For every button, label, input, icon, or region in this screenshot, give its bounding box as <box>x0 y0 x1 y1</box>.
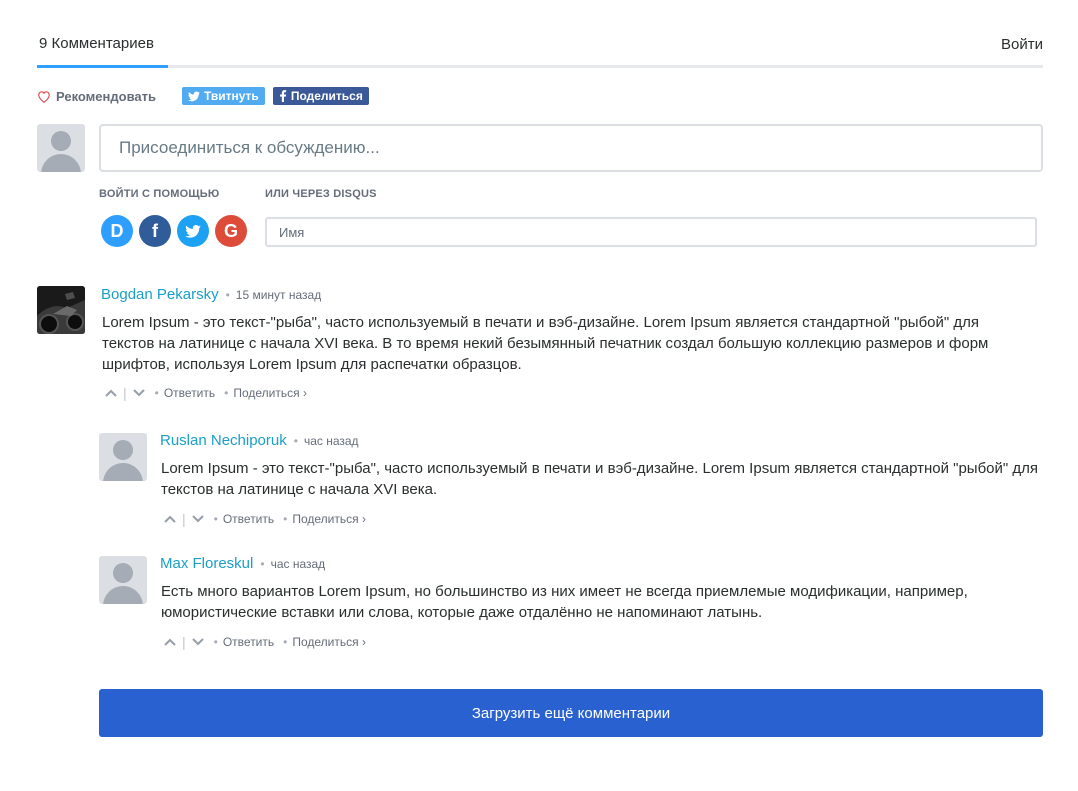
thread-actions: Рекомендовать Твитнуть Поделиться <box>37 86 369 106</box>
avatar-head-shape <box>51 131 71 151</box>
facebook-icon <box>279 90 286 102</box>
comment-footer: | • Ответить • Поделиться › <box>104 385 307 401</box>
twitter-icon <box>185 224 201 238</box>
recommend-label: Рекомендовать <box>56 88 156 104</box>
footer-separator: • <box>283 635 288 649</box>
disqus-icon: D <box>110 220 124 241</box>
name-field[interactable]: Имя <box>265 217 1037 247</box>
twitter-icon <box>187 91 200 101</box>
active-tab-indicator <box>37 65 168 68</box>
comment-item: Max Floreskul • час назад Есть много вар… <box>160 555 1043 655</box>
downvote-icon[interactable] <box>132 386 146 400</box>
google-login-button[interactable]: G <box>215 215 247 247</box>
comment-meta: Max Floreskul • час назад <box>160 555 325 572</box>
comment-item: Ruslan Nechiporuk • час назад Lorem Ipsu… <box>160 432 1043 532</box>
share-link[interactable]: Поделиться › <box>292 512 366 526</box>
load-more-label: Загрузить ещё комментарии <box>471 704 671 722</box>
reply-link[interactable]: Ответить <box>223 635 274 649</box>
meta-separator: • <box>260 557 265 571</box>
downvote-icon[interactable] <box>191 635 205 649</box>
comment-text: Lorem Ipsum - это текст-"рыба", часто ис… <box>102 314 989 373</box>
vote-divider: | <box>123 385 127 401</box>
motorcycle-photo-icon <box>37 286 85 334</box>
share-link[interactable]: Поделиться › <box>233 386 307 400</box>
load-more-button[interactable]: Загрузить ещё комментарии <box>99 689 1043 737</box>
google-icon: G <box>223 220 238 241</box>
reply-link[interactable]: Ответить <box>223 512 274 526</box>
comment-meta: Ruslan Nechiporuk • час назад <box>160 432 359 449</box>
footer-separator: • <box>213 635 218 649</box>
facebook-icon: f <box>152 220 158 241</box>
avatar[interactable] <box>37 286 85 334</box>
comment-footer: | • Ответить • Поделиться › <box>163 511 366 527</box>
footer-separator: • <box>283 512 288 526</box>
vote-divider: | <box>182 511 186 527</box>
comments-header: 9 Комментариев Войти <box>37 30 1043 70</box>
comment-timestamp[interactable]: час назад <box>304 434 359 448</box>
name-placeholder: Имя <box>279 224 305 240</box>
upvote-icon[interactable] <box>104 386 118 400</box>
facebook-share-button[interactable]: Поделиться <box>272 87 369 105</box>
facebook-share-label: Поделиться <box>290 89 363 103</box>
avatar-head-shape <box>113 563 133 583</box>
footer-separator: • <box>154 386 159 400</box>
avatar-body-shape <box>41 154 81 172</box>
comment-timestamp[interactable]: час назад <box>271 557 326 571</box>
comment-compose-input[interactable]: Присоединиться к обсуждению... <box>99 124 1043 172</box>
avatar-body-shape <box>103 586 143 604</box>
share-link[interactable]: Поделиться › <box>292 635 366 649</box>
avatar-head-shape <box>113 440 133 460</box>
comment-timestamp[interactable]: 15 минут назад <box>236 288 321 302</box>
vote-divider: | <box>182 634 186 650</box>
reply-link[interactable]: Ответить <box>164 386 215 400</box>
facebook-login-button[interactable]: f <box>139 215 171 247</box>
comment-item: Bogdan Pekarsky • 15 минут назад Lorem I… <box>101 286 1043 406</box>
compose-placeholder: Присоединиться к обсуждению... <box>119 138 380 157</box>
meta-separator: • <box>225 288 230 302</box>
comment-meta: Bogdan Pekarsky • 15 минут назад <box>101 286 321 303</box>
disqus-login-button[interactable]: D <box>101 215 133 247</box>
current-user-avatar <box>37 124 85 172</box>
comment-author[interactable]: Ruslan Nechiporuk <box>160 432 287 449</box>
upvote-icon[interactable] <box>163 635 177 649</box>
upvote-icon[interactable] <box>163 512 177 526</box>
login-with-label: ВОЙТИ С ПОМОЩЬЮ <box>99 188 220 200</box>
downvote-icon[interactable] <box>191 512 205 526</box>
social-login-buttons: D f G <box>101 215 253 247</box>
or-disqus-label: ИЛИ ЧЕРЕЗ DISQUS <box>265 188 377 200</box>
comment-text: Lorem Ipsum - это текст-"рыба", часто ис… <box>161 460 1039 498</box>
footer-separator: • <box>213 512 218 526</box>
avatar[interactable] <box>99 556 147 604</box>
comment-footer: | • Ответить • Поделиться › <box>163 634 366 650</box>
twitter-login-button[interactable] <box>177 215 209 247</box>
meta-separator: • <box>293 434 298 448</box>
avatar-body-shape <box>103 463 143 481</box>
avatar[interactable] <box>99 433 147 481</box>
comment-text: Есть много вариантов Lorem Ipsum, но бол… <box>161 583 968 621</box>
header-divider <box>37 65 1043 68</box>
tweet-label: Твитнуть <box>203 89 259 103</box>
comment-author[interactable]: Max Floreskul <box>160 555 253 572</box>
comment-author[interactable]: Bogdan Pekarsky <box>101 286 219 303</box>
comment-count-tab[interactable]: 9 Комментариев <box>39 35 154 52</box>
footer-separator: • <box>224 386 229 400</box>
tweet-button[interactable]: Твитнуть <box>181 87 265 105</box>
recommend-button[interactable]: Рекомендовать <box>37 89 156 104</box>
login-link[interactable]: Войти <box>1001 36 1043 53</box>
heart-icon <box>38 90 50 103</box>
